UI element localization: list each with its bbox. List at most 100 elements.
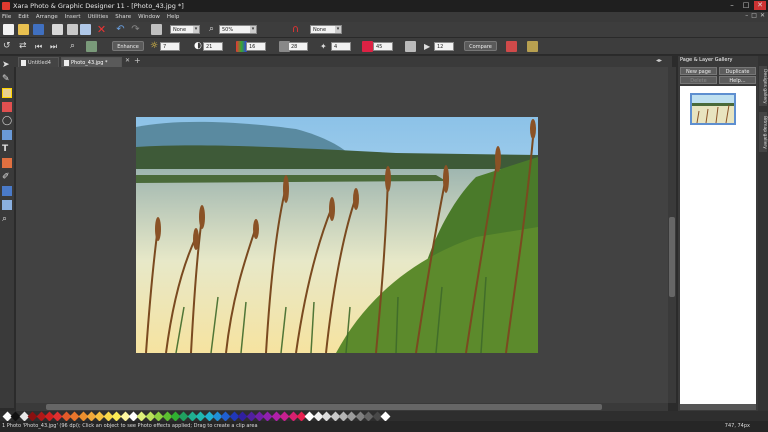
copy-icon[interactable] xyxy=(67,24,78,35)
menu-utilities[interactable]: Utilities xyxy=(88,14,109,20)
menu-window[interactable]: Window xyxy=(138,14,160,20)
window-title: Xara Photo & Graphic Designer 11 - [Phot… xyxy=(13,2,184,10)
doc-close-button[interactable]: ✕ xyxy=(760,12,765,19)
zoom-photo-icon[interactable]: ⌕ xyxy=(70,41,81,52)
saturation-field[interactable]: 16 xyxy=(246,42,266,51)
photo-tool-icon[interactable] xyxy=(86,41,97,52)
gallery-scrollbar[interactable] xyxy=(680,404,756,410)
menu-edit[interactable]: Edit xyxy=(18,14,29,20)
brush-tool-icon[interactable]: ✐ xyxy=(2,172,12,182)
close-button[interactable]: ✕ xyxy=(754,1,766,10)
shadow-tool-icon[interactable] xyxy=(2,200,12,210)
pen-tool-icon[interactable]: ✎ xyxy=(2,74,12,84)
delete-icon[interactable]: ✕ xyxy=(96,24,107,35)
import-icon[interactable] xyxy=(52,24,63,35)
menu-share[interactable]: Share xyxy=(115,14,131,20)
photo-tool-icon[interactable] xyxy=(2,88,12,98)
object-properties-icon[interactable] xyxy=(151,24,162,35)
page-layer-gallery: Page & Layer Gallery New page Duplicate … xyxy=(678,56,758,411)
new-document-icon[interactable] xyxy=(3,24,14,35)
vertical-scrollbar[interactable] xyxy=(668,67,676,403)
transparency-tool-icon[interactable] xyxy=(2,186,12,196)
clip-field[interactable]: 45 xyxy=(373,42,393,51)
menu-file[interactable]: File xyxy=(2,14,11,20)
color-swatch[interactable] xyxy=(380,411,391,422)
help-button[interactable]: Help... xyxy=(719,76,756,84)
duplicate-button[interactable]: Duplicate xyxy=(719,67,756,75)
page-list xyxy=(680,86,756,404)
lake-reeds-photo xyxy=(136,117,538,353)
horizontal-scrollbar[interactable] xyxy=(16,403,668,411)
scrollbar-thumb[interactable] xyxy=(669,217,675,297)
feather-select[interactable]: None ▾ xyxy=(170,25,200,34)
designs-gallery-tab[interactable]: Designs gallery xyxy=(759,66,767,106)
undo-icon[interactable]: ↶ xyxy=(115,24,126,35)
doc-restore-button[interactable]: □ xyxy=(751,12,757,19)
page-thumbnail[interactable] xyxy=(690,93,736,125)
zoom-icon[interactable]: ⌕ xyxy=(206,24,217,35)
chevron-down-icon: ▾ xyxy=(250,26,256,33)
flip-icon[interactable]: ⇄ xyxy=(19,41,30,52)
new-tab-icon[interactable]: + xyxy=(134,56,141,65)
frame-field[interactable]: 12 xyxy=(434,42,454,51)
standard-toolbar: ✕ ↶ ↷ None ▾ ⌕ 50% ▾ ∩ None ▾ xyxy=(0,22,768,38)
bitmap-gallery-tab[interactable]: Bitmap gallery xyxy=(759,112,767,152)
tab-untitled4[interactable]: Untitled4 xyxy=(18,57,59,67)
photo-tools-icon[interactable] xyxy=(527,41,538,52)
minimize-button[interactable]: – xyxy=(726,1,738,10)
previous-icon[interactable]: ⏮ xyxy=(35,41,46,52)
window-controls: – □ ✕ xyxy=(726,1,766,10)
menu-insert[interactable]: Insert xyxy=(65,14,81,20)
zoom-tool-icon[interactable]: ⌕ xyxy=(2,214,12,224)
tab-scroll-icon[interactable]: ◂▸ xyxy=(656,57,662,64)
brightness-field[interactable]: 7 xyxy=(160,42,180,51)
toolbox: ➤ ✎ ◯ T ✐ ⌕ xyxy=(0,56,14,408)
fill-tool-icon[interactable] xyxy=(2,158,12,168)
next-icon[interactable]: ⏭ xyxy=(50,41,61,52)
document-icon xyxy=(64,60,69,66)
menu-help[interactable]: Help xyxy=(167,14,180,20)
temperature-field[interactable]: 28 xyxy=(288,42,308,51)
compare-button[interactable]: Compare xyxy=(464,41,497,51)
status-message: 1 Photo 'Photo_43.jpg' (96 dpi); Click a… xyxy=(2,423,258,429)
magnet-icon[interactable]: ∩ xyxy=(290,24,301,35)
document-tab-bar: Untitled4 Photo_43.jpg * ✕ + ◂▸ xyxy=(14,56,672,67)
tab-photo-43[interactable]: Photo_43.jpg * xyxy=(61,57,122,67)
rotate-icon[interactable]: ↺ xyxy=(3,41,14,52)
redo-icon[interactable]: ↷ xyxy=(130,24,141,35)
pointer-coordinates: 747, 74px xyxy=(724,423,750,429)
open-folder-icon[interactable] xyxy=(18,24,29,35)
side-tabs: Designs gallery Bitmap gallery xyxy=(758,56,768,411)
paste-icon[interactable] xyxy=(80,24,91,35)
title-bar: Xara Photo & Graphic Designer 11 - [Phot… xyxy=(0,0,768,12)
crop-icon[interactable] xyxy=(405,41,416,52)
maximize-button[interactable]: □ xyxy=(740,1,752,10)
enhance-button[interactable]: Enhance xyxy=(112,41,144,51)
photo-toolbar: ↺ ⇄ ⏮ ⏭ ⌕ Enhance ☼ 7 ◐ 21 16 28 ✦ 4 45 … xyxy=(0,38,768,55)
sharpen-icon: ✦ xyxy=(320,42,327,51)
save-icon[interactable] xyxy=(33,24,44,35)
gallery-title: Page & Layer Gallery xyxy=(680,57,733,63)
chevron-down-icon: ▾ xyxy=(193,26,199,33)
status-bar: 1 Photo 'Photo_43.jpg' (96 dpi); Click a… xyxy=(0,421,768,432)
selector-tool-icon[interactable]: ➤ xyxy=(2,60,12,70)
shape-tool-icon[interactable]: ◯ xyxy=(2,116,12,126)
menu-arrange[interactable]: Arrange xyxy=(36,14,58,20)
transparency-select[interactable]: None ▾ xyxy=(310,25,342,34)
app-logo-icon xyxy=(2,2,10,10)
contrast-field[interactable]: 21 xyxy=(203,42,223,51)
delete-button[interactable]: Delete xyxy=(680,76,717,84)
text-tool-icon[interactable]: T xyxy=(2,144,12,154)
scrollbar-thumb[interactable] xyxy=(46,404,602,410)
eraser-tool-icon[interactable] xyxy=(2,102,12,112)
photo-image[interactable] xyxy=(136,117,538,353)
photo-effects-icon[interactable] xyxy=(506,41,517,52)
document-window-controls: – □ ✕ xyxy=(745,12,765,19)
chevron-down-icon: ▾ xyxy=(335,26,341,33)
new-page-button[interactable]: New page xyxy=(680,67,717,75)
sharpen-field[interactable]: 4 xyxy=(331,42,351,51)
doc-minimize-button[interactable]: – xyxy=(745,12,748,19)
rectangle-tool-icon[interactable] xyxy=(2,130,12,140)
close-tab-icon[interactable]: ✕ xyxy=(125,57,130,64)
zoom-select[interactable]: 50% ▾ xyxy=(219,25,257,34)
